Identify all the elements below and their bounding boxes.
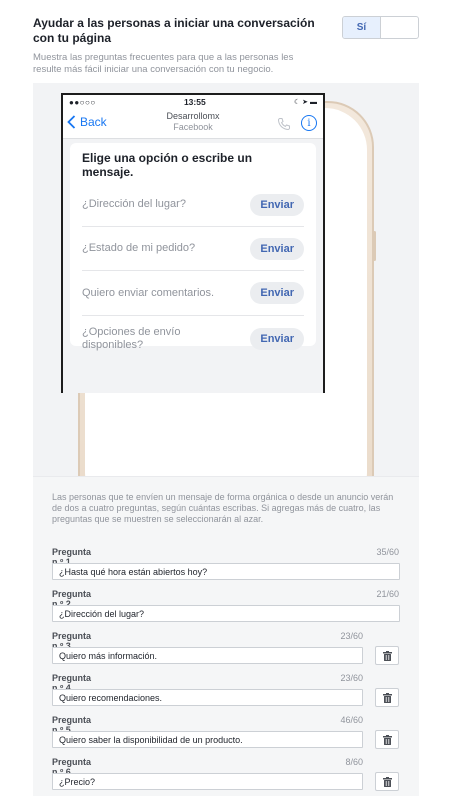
trash-icon: [382, 650, 392, 661]
toggle-on-option[interactable]: Sí: [343, 17, 381, 38]
toggle-off-option[interactable]: [381, 17, 418, 38]
status-time: 13:55: [183, 97, 206, 107]
delete-button[interactable]: [375, 646, 399, 665]
messenger-nav-bar: Back Desarrollomx Facebook i: [63, 109, 323, 139]
char-counter: 23/60: [340, 631, 363, 641]
send-button[interactable]: Enviar: [250, 193, 304, 216]
preview-question-row[interactable]: ¿Estado de mi pedido? Enviar: [82, 227, 304, 271]
char-counter: 46/60: [340, 715, 363, 725]
delete-button[interactable]: [375, 688, 399, 707]
card-title: Elige una opción o escribe un mensaje.: [82, 151, 253, 179]
trash-icon: [382, 776, 392, 787]
char-counter: 35/60: [376, 547, 399, 557]
send-button[interactable]: Enviar: [250, 237, 304, 260]
send-button[interactable]: Enviar: [250, 282, 304, 304]
form-info-text: Las personas que te envíen un mensaje de…: [52, 492, 394, 524]
trash-icon: [382, 692, 392, 703]
signal-indicator: ●●○○○: [69, 97, 96, 107]
preview-question-row[interactable]: ¿Dirección del lugar? Enviar: [82, 183, 304, 227]
question-input[interactable]: ¿Dirección del lugar?: [52, 605, 400, 622]
question-input[interactable]: Quiero recomendaciones.: [52, 689, 363, 706]
question-input[interactable]: Quiero saber la disponibilidad de un pro…: [52, 731, 363, 748]
preview-question: ¿Estado de mi pedido?: [82, 242, 196, 254]
question-input[interactable]: ¿Hasta qué hora están abiertos hoy?: [52, 563, 400, 580]
preview-question-row[interactable]: ¿Opciones de envío disponibles? Enviar: [82, 316, 304, 361]
status-bar: ●●○○○ 13:55 ☾ ➤ ▬: [63, 95, 323, 109]
section-header: Ayudar a las personas a iniciar una conv…: [33, 16, 333, 76]
trash-icon: [382, 734, 392, 745]
enable-toggle[interactable]: Sí: [342, 16, 419, 39]
question-input[interactable]: ¿Precio?: [52, 773, 363, 790]
section-description: Muestra las preguntas frecuentes para qu…: [33, 52, 294, 75]
send-button[interactable]: Enviar: [250, 327, 304, 350]
ice-breaker-card: Elige una opción o escribe un mensaje. ¿…: [70, 143, 316, 351]
char-counter: 23/60: [340, 673, 363, 683]
delete-button[interactable]: [375, 730, 399, 749]
preview-question: ¿Opciones de envío disponibles?: [82, 325, 181, 351]
questions-form: Las personas que te envíen un mensaje de…: [33, 476, 419, 796]
delete-button[interactable]: [375, 772, 399, 791]
char-counter: 21/60: [376, 589, 399, 599]
info-icon[interactable]: i: [301, 115, 317, 131]
preview-question: ¿Dirección del lugar?: [82, 198, 186, 210]
preview-question: Quiero enviar comentarios.: [82, 286, 215, 299]
battery-indicator: ☾ ➤ ▬: [293, 99, 317, 106]
char-counter: 8/60: [345, 757, 363, 767]
phone-screen: ●●○○○ 13:55 ☾ ➤ ▬ Back Desarrollomx Face…: [61, 93, 325, 393]
question-input[interactable]: Quiero más información.: [52, 647, 363, 664]
section-title: Ayudar a las personas a iniciar una conv…: [33, 16, 315, 45]
phone-icon[interactable]: [277, 117, 291, 131]
preview-question-row[interactable]: Quiero enviar comentarios. Enviar: [82, 271, 304, 316]
